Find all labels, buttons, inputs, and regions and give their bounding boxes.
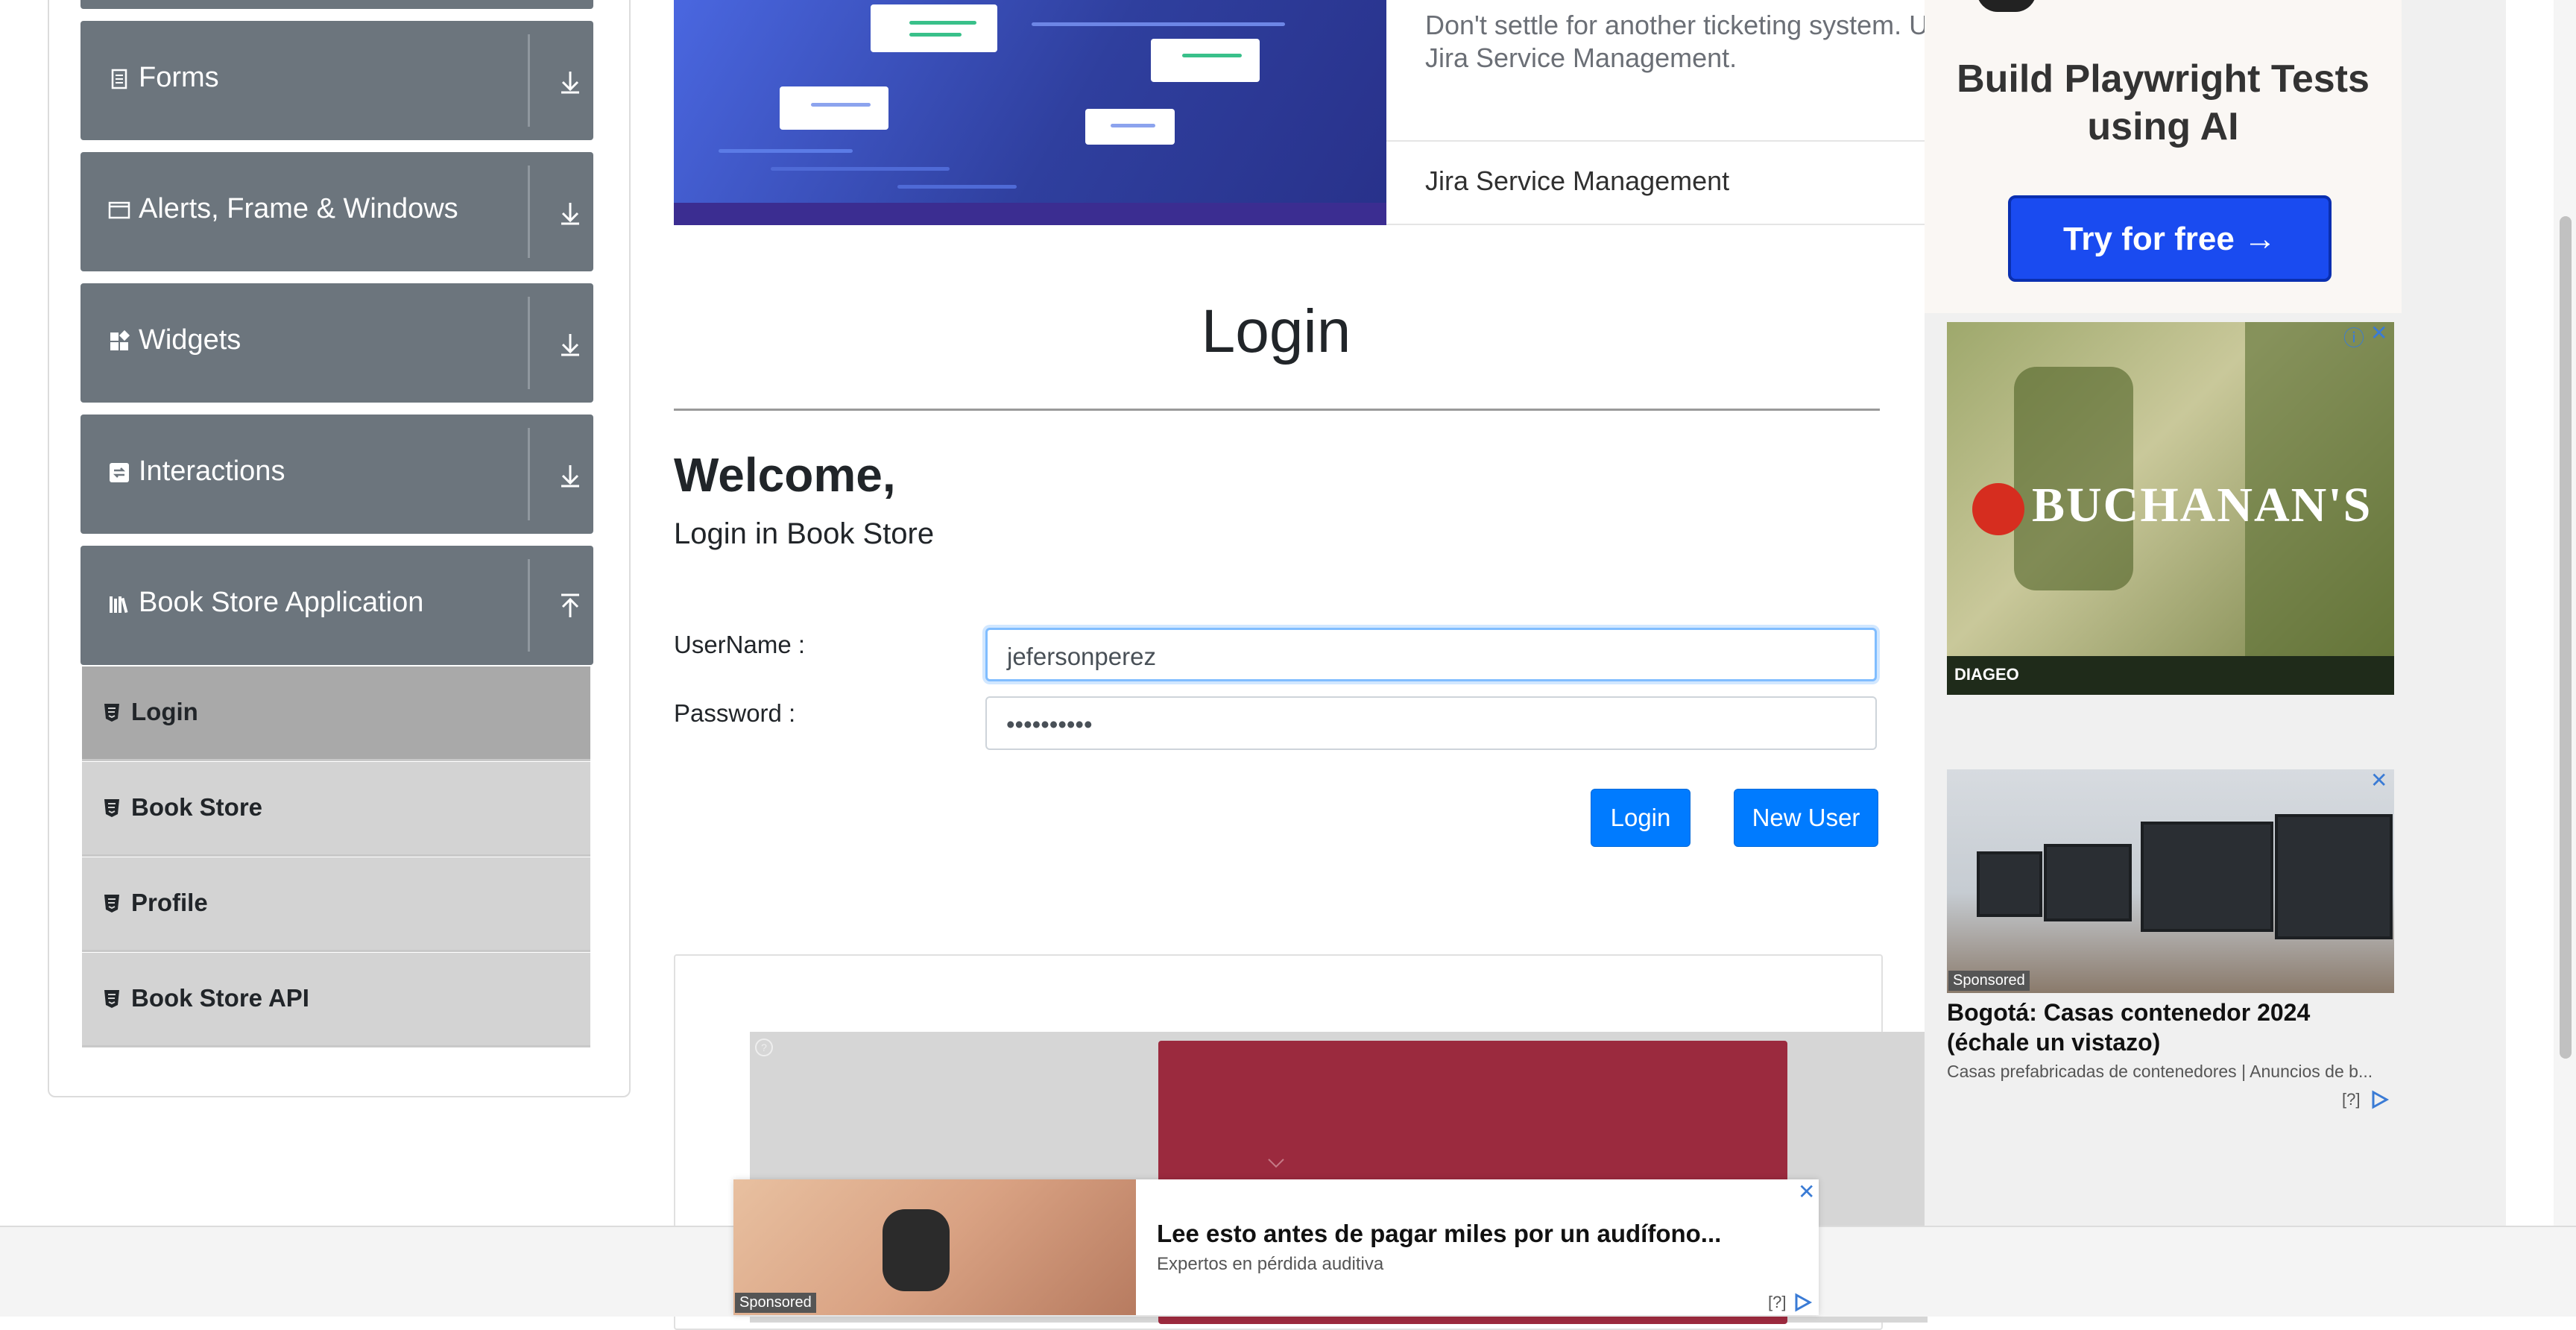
illustration-line — [1032, 22, 1285, 26]
title-divider — [674, 409, 1880, 411]
password-label: Password : — [674, 699, 796, 727]
illustration-line — [719, 149, 853, 153]
adchoices-link[interactable]: [?] — [2342, 1090, 2360, 1109]
adchoices-link[interactable]: [?] — [1768, 1293, 1786, 1312]
bottom-ad-title[interactable]: Lee esto antes de pagar miles por un aud… — [1157, 1220, 1721, 1248]
close-icon[interactable]: ✕ — [2370, 321, 2387, 345]
sidebar-group-alerts[interactable]: Alerts, Frame & Windows — [80, 152, 593, 271]
sidebar-group-widgets[interactable]: Widgets — [80, 283, 593, 403]
sidebar-group-forms[interactable]: Forms — [80, 21, 593, 140]
illustration-line — [897, 185, 1017, 189]
hearing-aid-shape — [883, 1209, 950, 1291]
close-icon[interactable]: ✕ — [1798, 1179, 1815, 1204]
house-shape — [2275, 814, 2393, 939]
buchanans-logo — [1972, 483, 2024, 535]
scrollbar-thumb[interactable] — [2560, 216, 2572, 1059]
password-input[interactable]: •••••••••• — [985, 696, 1877, 750]
login-button[interactable]: Login — [1591, 789, 1690, 847]
widgets-icon — [110, 330, 130, 350]
divider — [1386, 140, 1926, 142]
form-icon — [111, 69, 127, 89]
divider — [528, 34, 530, 127]
expand-arrow-icon[interactable] — [552, 456, 589, 494]
html-icon — [104, 990, 119, 1008]
sidebar-group-label: Forms — [139, 62, 219, 93]
illustration-line — [1182, 54, 1242, 57]
sidebar-item-label: Book Store API — [131, 984, 309, 1012]
sidebar-item-profile[interactable]: Profile — [82, 857, 590, 952]
house-shape — [2044, 844, 2132, 921]
illustration-line — [909, 21, 976, 25]
html-icon — [104, 895, 119, 913]
html-icon — [104, 799, 119, 817]
illustration-card — [1151, 39, 1260, 82]
banner-stripe — [674, 203, 1386, 225]
try-for-free-button[interactable]: Try for free → — [2008, 195, 2332, 282]
expand-arrow-icon[interactable] — [552, 194, 589, 231]
buchanans-brand: BUCHANAN'S — [2032, 478, 2373, 532]
page-title: Login — [1201, 297, 1351, 365]
illustration-line — [909, 33, 962, 37]
sidebar-group-interactions[interactable]: Interactions — [80, 415, 593, 534]
playwright-ad-title: Build Playwright Tests using AI — [1957, 57, 2370, 148]
html-icon — [104, 704, 119, 722]
sidebar-group-label: Interactions — [139, 456, 285, 487]
sidebar-group-elements-edge[interactable] — [80, 0, 593, 9]
username-label: UserName : — [674, 631, 806, 658]
adchoices-icon[interactable] — [2369, 1090, 2391, 1109]
ad-info-icon[interactable]: ⓘ — [2343, 322, 2364, 352]
divider — [528, 297, 530, 389]
sidebar-group-label: Book Store Application — [139, 587, 424, 618]
window-icon — [108, 201, 130, 219]
diageo-logo: DIAGEO — [1954, 665, 2019, 684]
welcome-heading: Welcome, — [674, 448, 896, 502]
collapse-arrow-icon[interactable] — [552, 587, 589, 625]
bottom-ad-subtitle: Expertos en pérdida auditiva — [1157, 1254, 1384, 1274]
house-shape — [1977, 851, 2042, 917]
illustration-line — [771, 167, 950, 171]
illustration-line — [811, 103, 871, 107]
illustration-line — [1111, 124, 1155, 127]
house-ad-title[interactable]: Bogotá: Casas contenedor 2024 (échale un… — [1947, 998, 2394, 1057]
divider — [528, 166, 530, 258]
sidebar-group-label: Widgets — [139, 324, 242, 356]
house-ad-subtitle: Casas prefabricadas de contenedores | An… — [1947, 1062, 2373, 1081]
illustration-card — [780, 86, 888, 130]
jira-description: Don't settle for another ticketing syste… — [1425, 10, 1929, 73]
house-shape — [2141, 822, 2273, 932]
interactions-icon — [110, 463, 129, 482]
chevron-down-icon[interactable] — [1267, 1157, 1285, 1169]
username-input[interactable]: jefersonperez — [985, 628, 1877, 681]
jira-banner-image[interactable] — [674, 0, 1386, 225]
jira-product-link[interactable]: Jira Service Management — [1425, 166, 1729, 197]
adchoices-icon[interactable] — [1792, 1293, 1814, 1312]
sidebar-item-book-store-api[interactable]: Book Store API — [82, 953, 590, 1047]
books-icon — [110, 596, 128, 614]
sponsored-badge: Sponsored — [1948, 971, 2030, 991]
close-icon[interactable]: ✕ — [2370, 768, 2387, 792]
sidebar-group-book-store[interactable]: Book Store Application — [80, 546, 593, 665]
sidebar-item-login[interactable]: Login — [82, 666, 590, 761]
illustration-card — [871, 4, 997, 52]
sidebar-item-book-store[interactable]: Book Store — [82, 762, 590, 857]
divider — [528, 428, 530, 520]
sidebar-item-label: Book Store — [131, 793, 263, 821]
divider — [528, 559, 530, 652]
sidebar-group-label: Alerts, Frame & Windows — [139, 193, 458, 224]
sponsored-badge: Sponsored — [735, 1293, 816, 1313]
new-user-button[interactable]: New User — [1734, 789, 1878, 847]
container-house-ad-image[interactable] — [1947, 769, 2394, 993]
svg-text:?: ? — [761, 1041, 767, 1053]
expand-arrow-icon[interactable] — [552, 325, 589, 362]
divider — [1386, 224, 1926, 225]
expand-arrow-icon[interactable] — [552, 63, 589, 100]
help-icon[interactable]: ? — [754, 1038, 774, 1057]
login-subtitle: Login in Book Store — [674, 517, 935, 550]
sidebar-item-label: Profile — [131, 889, 208, 916]
sidebar-item-label: Login — [131, 698, 198, 725]
